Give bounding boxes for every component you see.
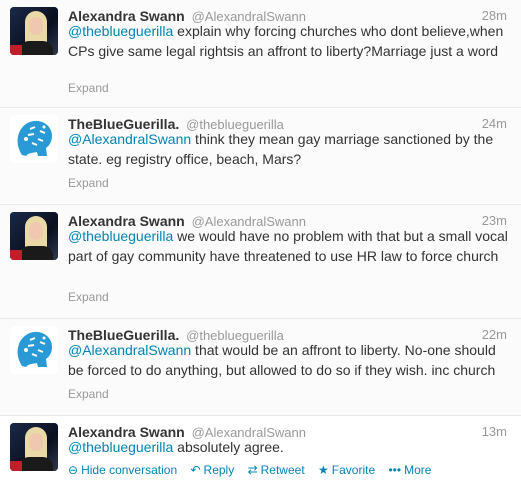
tweet-item[interactable]: Alexandra Swann @AlexandralSwann 13m @th… xyxy=(0,416,521,498)
mention-link[interactable]: @theblueguerilla xyxy=(68,23,173,39)
tweet-text: @theblueguerilla explain why forcing chu… xyxy=(68,22,508,61)
mention-link[interactable]: @AlexandralSwann xyxy=(68,131,191,147)
hide-conversation-button[interactable]: ⊖ Hide conversation xyxy=(68,463,177,477)
retweet-label: Retweet xyxy=(260,463,305,477)
blue-guerilla-logo-icon xyxy=(10,326,58,374)
retweet-button[interactable]: ⇄ Retweet xyxy=(248,463,305,477)
avatar[interactable] xyxy=(10,423,58,471)
avatar[interactable] xyxy=(10,212,58,260)
favorite-label: Favorite xyxy=(331,463,376,477)
expand-link[interactable]: Expand xyxy=(68,289,109,305)
tweet-item[interactable]: TheBlueGuerilla. @theblueguerilla 22m @A… xyxy=(0,319,521,416)
blue-guerilla-logo-icon xyxy=(10,115,58,163)
tweet-actions: ⊖ Hide conversation ↶ Reply ⇄ Retweet ★ Favo… xyxy=(68,462,441,478)
mention-link[interactable]: @theblueguerilla xyxy=(68,439,173,455)
star-icon: ★ xyxy=(318,463,329,477)
retweet-icon: ⇄ xyxy=(247,463,258,477)
mention-link[interactable]: @AlexandralSwann xyxy=(68,342,191,358)
tweet-item[interactable]: Alexandra Swann @AlexandralSwann 23m @th… xyxy=(0,205,521,319)
reply-button[interactable]: ↶ Reply xyxy=(190,463,234,477)
reply-arrow-icon: ↶ xyxy=(190,463,201,477)
mention-link[interactable]: @theblueguerilla xyxy=(68,228,173,244)
tweet-item[interactable]: Alexandra Swann @AlexandralSwann 28m @th… xyxy=(0,0,521,108)
tweet-text: @theblueguerilla absolutely agree. xyxy=(68,438,508,458)
expand-link[interactable]: Expand xyxy=(68,80,109,96)
avatar[interactable] xyxy=(10,115,58,163)
minus-circle-icon: ⊖ xyxy=(68,463,79,477)
more-button[interactable]: ••• More xyxy=(388,463,431,477)
favorite-button[interactable]: ★ Favorite xyxy=(318,463,375,477)
avatar[interactable] xyxy=(10,326,58,374)
expand-link[interactable]: Expand xyxy=(68,386,109,402)
more-dots-icon: ••• xyxy=(388,463,402,477)
tweet-feed: Alexandra Swann @AlexandralSwann 28m @th… xyxy=(0,0,521,498)
hide-conversation-label: Hide conversation xyxy=(81,463,178,477)
tweet-text: @AlexandralSwann that would be an affron… xyxy=(68,341,508,380)
tweet-text: @AlexandralSwann think they mean gay mar… xyxy=(68,130,508,169)
tweet-text: @theblueguerilla we would have no proble… xyxy=(68,227,508,266)
avatar[interactable] xyxy=(10,7,58,55)
expand-link[interactable]: Expand xyxy=(68,175,109,191)
tweet-body: absolutely agree. xyxy=(173,439,284,455)
tweet-item[interactable]: TheBlueGuerilla. @theblueguerilla 24m @A… xyxy=(0,108,521,205)
reply-label: Reply xyxy=(203,463,235,477)
more-label: More xyxy=(404,463,432,477)
